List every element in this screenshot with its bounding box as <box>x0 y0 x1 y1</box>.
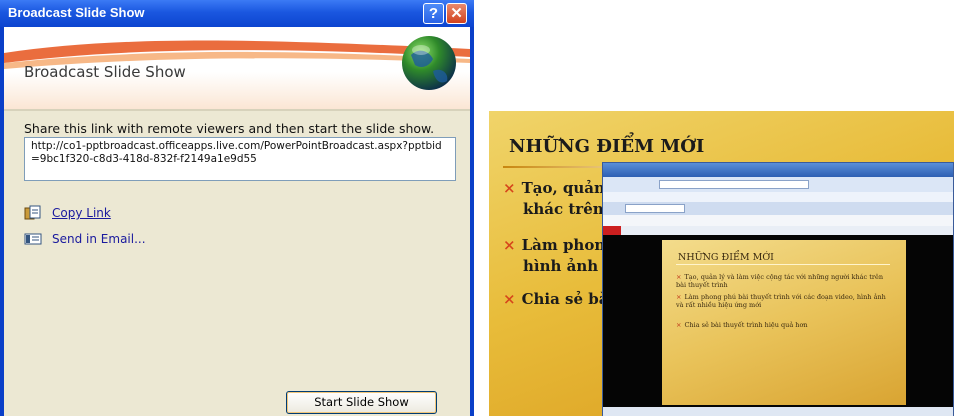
close-icon: ✕ <box>450 5 463 22</box>
close-button[interactable]: ✕ <box>446 3 467 24</box>
bullet-marker: × <box>676 293 682 301</box>
slide-preview: NHỮNG ĐIỂM MỚI × Tạo, quản khác trên × Làm… <box>489 111 954 416</box>
bullet-marker: × <box>503 290 516 308</box>
broadcast-slide-bullet-text: Tạo, quản lý và làm việc cộng tác với nh… <box>676 273 884 289</box>
bullet-marker: × <box>503 179 516 197</box>
broadcast-link-field[interactable]: http://co1-pptbroadcast.officeapps.live.… <box>24 137 456 181</box>
browser-menu-bar <box>603 192 953 202</box>
browser-tab <box>625 204 685 213</box>
window-title: Broadcast Slide Show <box>8 5 145 20</box>
slide-bullet-text: Chia sẻ bà <box>521 290 609 308</box>
copy-link-label[interactable]: Copy Link <box>52 206 111 220</box>
globe-icon <box>402 36 456 90</box>
start-slide-show-button[interactable]: Start Slide Show <box>286 391 437 414</box>
help-icon: ? <box>428 5 439 22</box>
bullet-marker: × <box>503 236 516 254</box>
slide-bullet-continuation: khác trên <box>523 200 604 218</box>
slide-bullet-text: Tạo, quản <box>521 179 605 197</box>
help-button[interactable]: ? <box>423 3 444 24</box>
send-in-email-action[interactable]: Send in Email... <box>24 230 146 248</box>
banner-title: Broadcast Slide Show <box>24 63 186 81</box>
browser-title-bar <box>603 163 953 177</box>
banner-divider <box>4 109 470 111</box>
browser-status-bar <box>603 407 953 416</box>
copy-link-icon <box>24 205 41 220</box>
broadcast-slide-bullet: × Làm phong phú bài thuyết trình với các … <box>676 293 891 309</box>
broadcast-dialog: Broadcast Slide Show ? ✕ Broadcast Slide… <box>0 0 474 416</box>
browser-page-toolbar <box>603 226 953 235</box>
dialog-client-area: Broadcast Slide Show Share this link wit… <box>4 27 470 416</box>
send-in-email-label[interactable]: Send in Email... <box>52 232 146 246</box>
broadcast-slide: NHỮNG ĐIỂM MỚI × Tạo, quản lý và làm việc… <box>662 240 906 405</box>
browser-screenshot: NHỮNG ĐIỂM MỚI × Tạo, quản lý và làm việc… <box>602 162 954 416</box>
instruction-text: Share this link with remote viewers and … <box>24 121 435 136</box>
copy-link-action[interactable]: Copy Link <box>24 204 111 222</box>
browser-url-field <box>659 180 809 189</box>
slide-bullet-continuation: hình ảnh v <box>523 257 613 275</box>
dialog-banner: Broadcast Slide Show <box>4 27 470 109</box>
broadcast-slide-bullet-text: Làm phong phú bài thuyết trình với các đ… <box>676 293 886 309</box>
slide-bullet: × Làm phon <box>503 235 605 256</box>
broadcast-slide-bullet: × Chia sẻ bài thuyết trình hiệu quả hơn <box>676 321 891 329</box>
slide-bullet-text: Làm phon <box>521 236 606 254</box>
broadcast-slide-title: NHỮNG ĐIỂM MỚI <box>678 252 774 263</box>
browser-red-badge <box>603 226 621 235</box>
slide-title: NHỮNG ĐIỂM MỚI <box>509 136 705 157</box>
slide-bullet: × Tạo, quản <box>503 178 605 199</box>
broadcast-slide-bullet-text: Chia sẻ bài thuyết trình hiệu quả hơn <box>684 321 808 329</box>
slide-bullet: × Chia sẻ bà <box>503 289 608 310</box>
bullet-marker: × <box>676 273 682 281</box>
browser-page-header <box>603 215 953 226</box>
email-icon <box>24 233 42 245</box>
title-bar: Broadcast Slide Show ? ✕ <box>0 0 474 27</box>
bullet-marker: × <box>676 321 682 329</box>
broadcast-slide-bullet: × Tạo, quản lý và làm việc cộng tác với n… <box>676 273 891 289</box>
broadcast-slide-divider <box>676 264 890 265</box>
